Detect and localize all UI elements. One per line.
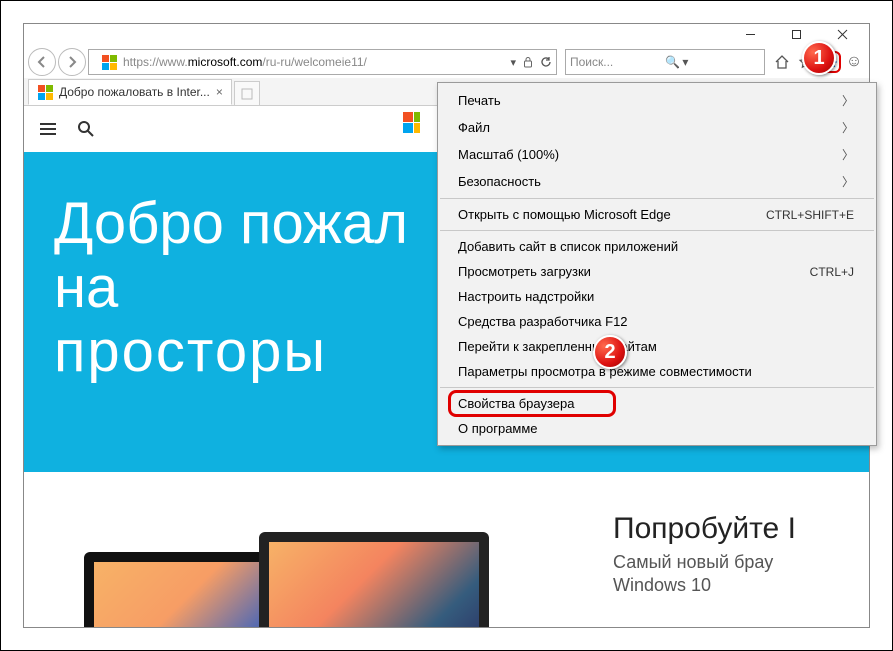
maximize-button[interactable] [773,24,819,44]
nav-bar: https://www.microsoft.com/ru-ru/welcomei… [24,46,869,78]
menu-separator [440,230,874,231]
menu-separator [440,387,874,388]
chevron-right-icon: 〉 [842,173,854,190]
lower-text: Попробуйте I Самый новый брау Windows 10 [613,512,869,598]
chevron-right-icon: 〉 [842,146,854,163]
tools-menu: Печать〉 Файл〉 Масштаб (100%)〉 Безопаснос… [437,82,877,446]
menu-internet-options[interactable]: Свойства браузера [438,391,876,416]
back-button[interactable] [28,48,56,76]
shortcut-label: CTRL+J [810,265,854,279]
menu-pinned[interactable]: Перейти к закрепленным сайтам [438,334,876,359]
tab-title: Добро пожаловать в Inter... [59,85,210,99]
menu-zoom[interactable]: Масштаб (100%)〉 [438,141,876,168]
search-box[interactable]: Поиск... 🔍 ▾ [565,49,765,75]
search-icon[interactable] [76,119,96,139]
lower-line2: Windows 10 [613,575,869,596]
menu-downloads[interactable]: Просмотреть загрузкиCTRL+J [438,259,876,284]
menu-addons[interactable]: Настроить надстройки [438,284,876,309]
dropdown-icon[interactable]: ▾ [510,56,516,69]
search-placeholder: Поиск... [570,55,665,69]
laptop-mockup [244,532,504,627]
feedback-smiley-icon[interactable]: ☺ [843,51,865,73]
forward-button[interactable] [58,48,86,76]
ms-logo-icon [37,84,53,100]
menu-safety[interactable]: Безопасность〉 [438,168,876,195]
shortcut-label: CTRL+SHIFT+E [766,208,854,222]
annotation-badge-2: 2 [593,335,627,369]
close-button[interactable] [819,24,865,44]
refresh-icon[interactable] [540,56,552,68]
ms-logo-icon [101,54,117,70]
lower-section: Попробуйте I Самый новый брау Windows 10 [24,472,869,627]
lower-line1: Самый новый брау [613,552,869,573]
menu-compat[interactable]: Параметры просмотра в режиме совместимос… [438,359,876,384]
chevron-right-icon: 〉 [842,92,854,109]
menu-separator [440,198,874,199]
menu-print[interactable]: Печать〉 [438,87,876,114]
ms-logo-icon [394,111,420,137]
address-bar[interactable]: https://www.microsoft.com/ru-ru/welcomei… [88,49,557,75]
ie-window: https://www.microsoft.com/ru-ru/welcomei… [23,23,870,628]
url-text: https://www.microsoft.com/ru-ru/welcomei… [123,55,510,69]
search-dropdown-icon[interactable]: 🔍 ▾ [665,55,760,69]
hamburger-icon[interactable] [38,119,58,139]
titlebar [24,24,869,44]
menu-add-site[interactable]: Добавить сайт в список приложений [438,234,876,259]
menu-open-edge[interactable]: Открыть с помощью Microsoft EdgeCTRL+SHI… [438,202,876,227]
menu-about[interactable]: О программе [438,416,876,441]
new-tab-button[interactable] [234,81,260,105]
home-icon[interactable] [771,51,793,73]
lower-heading: Попробуйте I [613,512,869,546]
minimize-button[interactable] [727,24,773,44]
menu-file[interactable]: Файл〉 [438,114,876,141]
annotation-badge-1: 1 [802,41,836,75]
device-mockups [84,522,504,627]
tab-active[interactable]: Добро пожаловать в Inter... × [28,79,232,105]
tab-close-icon[interactable]: × [216,85,223,99]
chevron-right-icon: 〉 [842,119,854,136]
menu-f12[interactable]: Средства разработчика F12 [438,309,876,334]
lock-icon [522,56,534,68]
